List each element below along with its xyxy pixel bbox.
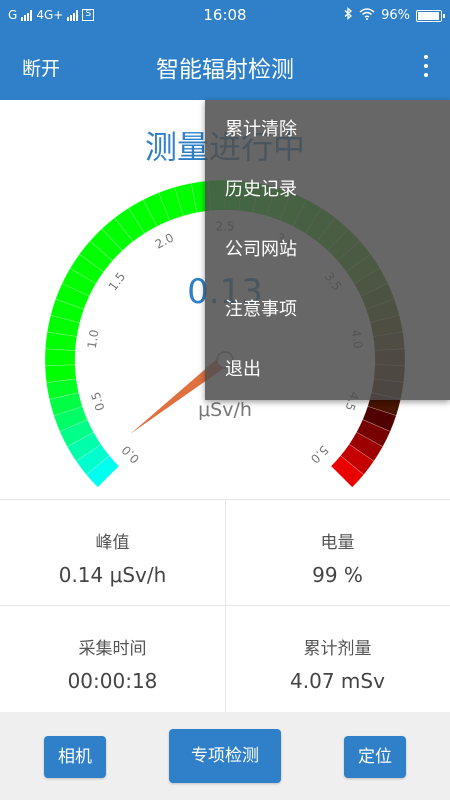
time-label: 采集时间: [78, 639, 147, 659]
more-vert-icon[interactable]: [418, 52, 434, 80]
battery-icon: [416, 9, 445, 22]
peak-label: 峰值: [95, 533, 130, 553]
bluetooth-icon: [344, 7, 353, 24]
gauge-tick-label: 1.0: [85, 329, 102, 350]
time-value: 00:00:18: [67, 669, 158, 693]
menu-item-notes[interactable]: 注意事项: [205, 280, 450, 340]
battery-stat: 电量 99 %: [225, 528, 450, 587]
camera-button[interactable]: 相机: [44, 736, 106, 778]
time-stat: 采集时间 00:00:18: [0, 634, 225, 693]
battery-label: 电量: [320, 533, 355, 553]
peak-value: 0.14 μSv/h: [58, 563, 167, 587]
battery-value: 99 %: [312, 563, 363, 587]
status-bar: G 4G+ S 16:08 96%: [0, 0, 450, 32]
special-detection-button[interactable]: 专项检测: [169, 729, 281, 783]
peak-stat: 峰值 0.14 μSv/h: [0, 528, 225, 587]
gauge-unit: μSv/h: [198, 399, 252, 421]
menu-item-website[interactable]: 公司网站: [205, 220, 450, 280]
locate-button[interactable]: 定位: [344, 736, 406, 778]
dose-label: 累计剂量: [303, 639, 372, 659]
bottom-bar: 相机 专项检测 定位: [0, 712, 450, 800]
dose-value: 4.07 mSv: [290, 669, 385, 693]
battery-percent: 96%: [381, 8, 410, 23]
gauge-segment: [44, 348, 76, 366]
gauge-tick-label: 0.5: [88, 390, 107, 412]
menu-item-clear-dose[interactable]: 累计清除: [205, 100, 450, 160]
gauge-tick-label: 5.0: [308, 443, 331, 466]
gauge-tick-label: 1.5: [106, 270, 129, 294]
dose-stat: 累计剂量 4.07 mSv: [225, 634, 450, 693]
gauge-tick-label: 0.0: [119, 443, 142, 466]
overflow-menu: 累计清除 历史记录 公司网站 注意事项 退出: [205, 100, 450, 400]
menu-item-history[interactable]: 历史记录: [205, 160, 450, 220]
app-bar: 断开 智能辐射检测: [0, 32, 450, 100]
menu-item-exit[interactable]: 退出: [205, 340, 450, 400]
wifi-icon: [359, 7, 375, 24]
page-title: 智能辐射检测: [156, 57, 294, 83]
gauge-tick-label: 2.0: [153, 230, 176, 251]
status-right: 96%: [344, 7, 445, 24]
